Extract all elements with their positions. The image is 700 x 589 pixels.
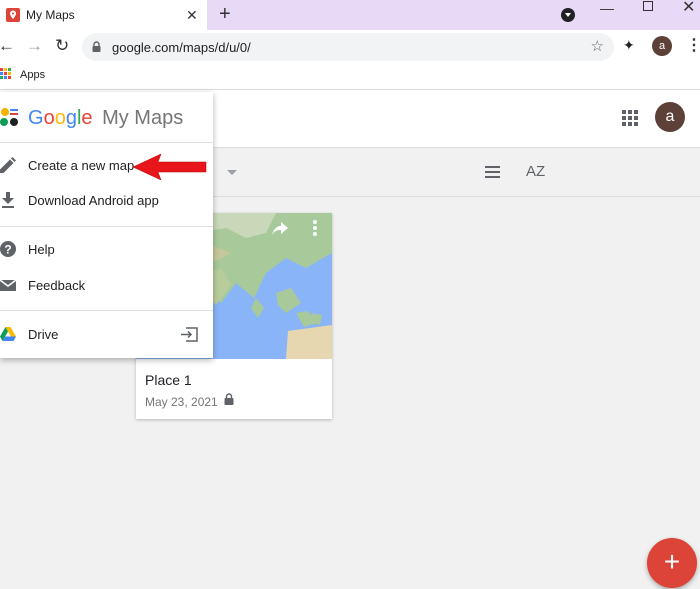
feedback-icon xyxy=(0,279,16,291)
google-apps-icon[interactable] xyxy=(622,110,638,126)
menu-divider xyxy=(0,226,213,227)
open-in-icon[interactable] xyxy=(180,327,198,342)
lock-icon xyxy=(92,41,101,52)
menu-item-label: Drive xyxy=(28,327,59,342)
url-text: google.com/maps/d/u/0/ xyxy=(112,40,251,55)
minimize-button[interactable]: — xyxy=(600,0,614,16)
apps-grid-icon[interactable] xyxy=(0,68,12,80)
tab-close-icon[interactable]: ✕ xyxy=(186,7,198,23)
annotation-arrow-icon xyxy=(132,153,207,181)
browser-menu-icon[interactable]: ⋮ xyxy=(686,35,700,57)
menu-divider xyxy=(0,142,213,143)
my-maps-logo-icon xyxy=(0,108,18,126)
close-window-button[interactable]: ✕ xyxy=(682,0,695,17)
filter-dropdown-icon[interactable] xyxy=(227,170,237,175)
menu-item-feedback[interactable]: Feedback xyxy=(0,269,213,303)
menu-item-label: Help xyxy=(28,242,55,257)
tab-my-maps[interactable]: My Maps ✕ xyxy=(0,0,207,30)
help-icon: ? xyxy=(0,241,16,257)
svg-text:?: ? xyxy=(4,243,11,257)
create-map-fab[interactable]: + xyxy=(647,538,697,588)
profile-avatar[interactable]: a xyxy=(652,36,672,56)
private-lock-icon xyxy=(224,393,234,405)
menu-divider xyxy=(0,310,213,311)
new-tab-button[interactable]: + xyxy=(219,3,231,25)
product-name: My Maps xyxy=(102,107,184,129)
menu-item-label: Feedback xyxy=(28,278,86,293)
menu-item-help[interactable]: ? Help xyxy=(0,233,213,267)
drive-icon xyxy=(0,327,16,341)
pencil-icon xyxy=(0,157,16,173)
download-icon xyxy=(2,192,14,208)
bookmarks-bar: Apps xyxy=(0,64,700,90)
maximize-button[interactable] xyxy=(643,1,653,11)
map-date: May 23, 2021 xyxy=(145,395,218,409)
create-menu: Google My Maps Create a new map Download… xyxy=(0,92,213,358)
bookmark-star-icon[interactable]: ☆ xyxy=(591,37,604,55)
menu-item-download-android[interactable]: Download Android app xyxy=(0,184,213,218)
apps-bookmark-label[interactable]: Apps xyxy=(20,69,45,81)
back-button[interactable]: ← xyxy=(0,35,15,57)
reload-button[interactable]: ↻ xyxy=(55,35,69,57)
account-avatar[interactable]: a xyxy=(655,102,685,132)
menu-item-label: Create a new map xyxy=(28,158,135,173)
tab-search-icon[interactable] xyxy=(561,8,575,22)
my-maps-logo: Google My Maps xyxy=(28,107,183,130)
address-bar[interactable]: google.com/maps/d/u/0/ ☆ xyxy=(82,33,614,61)
share-icon[interactable] xyxy=(271,221,289,242)
menu-item-label: Download Android app xyxy=(28,193,159,208)
more-options-icon[interactable] xyxy=(312,219,318,240)
tab-strip: My Maps ✕ + — ✕ xyxy=(0,0,700,30)
extensions-icon[interactable]: ✦ xyxy=(623,37,635,54)
google-wordmark: Google xyxy=(28,107,93,129)
sort-az-icon[interactable]: AZ xyxy=(526,163,545,180)
browser-toolbar: ← → ↻ google.com/maps/d/u/0/ ☆ xyxy=(0,30,700,64)
map-pin-icon xyxy=(6,8,20,22)
menu-item-drive[interactable]: Drive xyxy=(0,318,213,352)
tab-title: My Maps xyxy=(26,8,75,22)
list-view-icon[interactable] xyxy=(485,166,500,178)
forward-button[interactable]: → xyxy=(26,35,43,57)
map-title: Place 1 xyxy=(145,372,192,388)
